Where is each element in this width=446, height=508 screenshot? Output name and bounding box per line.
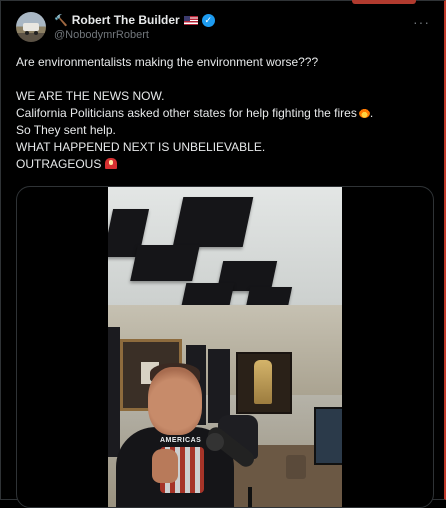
post-line: So They sent help. xyxy=(16,123,116,137)
avatar-truck xyxy=(23,23,39,31)
person-hand xyxy=(152,449,178,483)
post-text: Are environmentalists making the environ… xyxy=(16,54,436,173)
us-flag-icon xyxy=(183,15,198,25)
post-line: OUTRAGEOUS xyxy=(16,156,436,173)
author-name-row[interactable]: 🔨 Robert The Builder ✓ xyxy=(54,13,215,27)
verified-badge-icon: ✓ xyxy=(201,13,215,27)
post-line: California Politicians asked other state… xyxy=(16,105,436,122)
siren-emoji-icon xyxy=(105,158,118,169)
post-line-text: California Politicians asked other state… xyxy=(16,106,357,120)
post-header: 🔨 Robert The Builder ✓ @NobodymrRobert ·… xyxy=(16,12,434,46)
acoustic-panel xyxy=(130,245,200,281)
more-options-icon[interactable]: ··· xyxy=(413,14,430,30)
monitor xyxy=(314,407,342,465)
avatar-wheel xyxy=(34,31,38,35)
post-line: WHAT HAPPENED NEXT IS UNBELIEVABLE. xyxy=(16,140,266,154)
wall-panel xyxy=(208,349,230,423)
hammer-icon: 🔨 xyxy=(54,14,68,27)
avatar[interactable] xyxy=(16,12,46,42)
post-line-text: OUTRAGEOUS xyxy=(16,157,102,171)
top-bar-remnant xyxy=(352,0,416,4)
post-line-tail: . xyxy=(369,106,374,120)
post-line: Are environmentalists making the environ… xyxy=(16,55,319,69)
desk-items xyxy=(286,455,306,479)
acoustic-panel xyxy=(245,287,293,307)
post-line: WE ARE THE NEWS NOW. xyxy=(16,89,165,103)
video-frame[interactable]: AMERICAS xyxy=(108,187,342,507)
wall-poster xyxy=(236,352,292,414)
avatar-wheel xyxy=(25,31,29,35)
wall-panel xyxy=(108,327,120,457)
acoustic-panel xyxy=(172,197,254,247)
person-head xyxy=(148,367,202,435)
shirt-text: AMERICAS xyxy=(160,437,202,444)
acoustic-panel xyxy=(181,283,235,305)
microphone-head xyxy=(206,433,224,451)
user-handle[interactable]: @NobodymrRobert xyxy=(54,29,149,41)
mic-stand xyxy=(248,487,252,507)
fire-emoji-icon xyxy=(358,107,370,118)
media-container[interactable]: AMERICAS xyxy=(16,186,434,508)
display-name[interactable]: Robert The Builder xyxy=(72,13,180,27)
